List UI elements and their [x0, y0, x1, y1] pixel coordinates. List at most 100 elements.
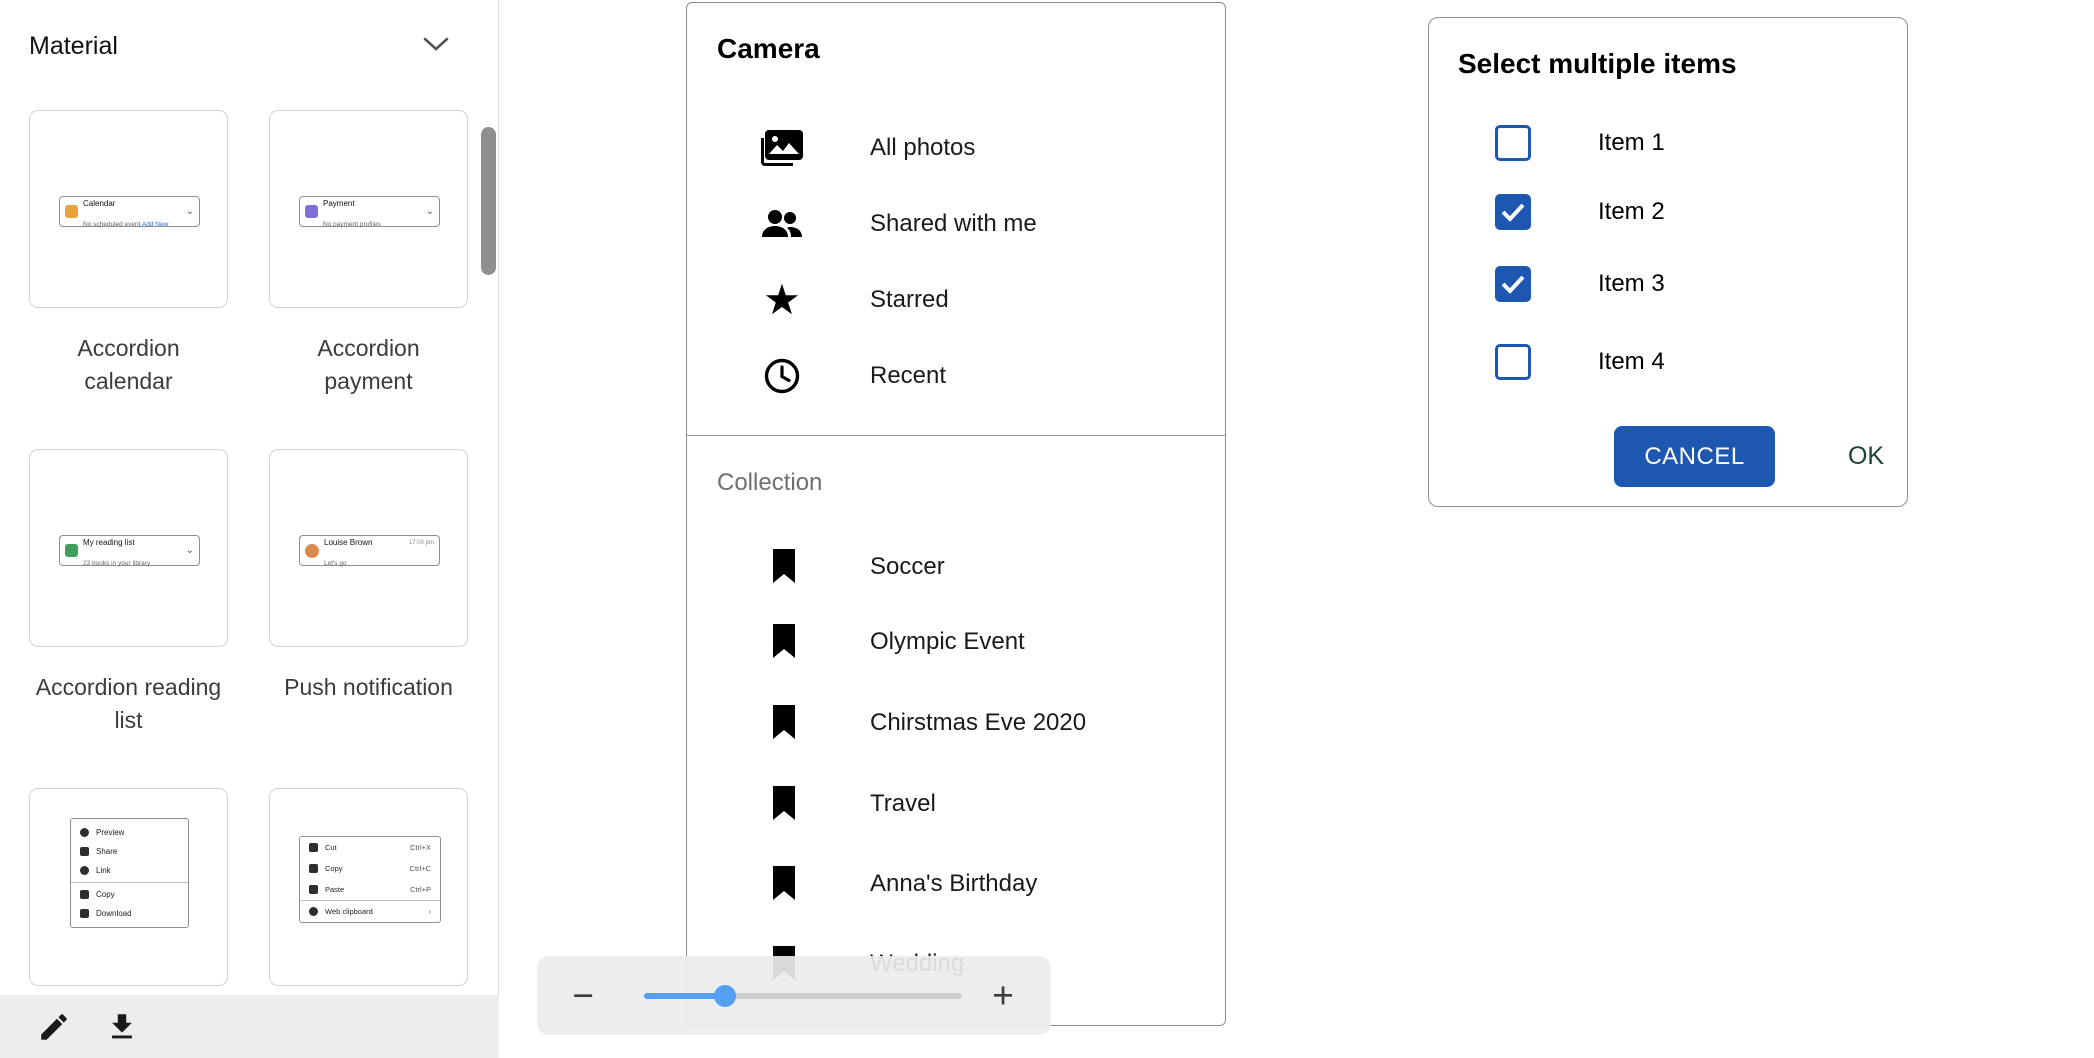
calendar-accordion-thumbnail: Calendar No scheduled event Add New ⌄ [59, 196, 200, 227]
link-icon [80, 866, 89, 875]
card-push-notification[interactable]: Louise Brown Let's go 17:00 pm [269, 449, 468, 647]
thumb-title: Payment [323, 199, 355, 208]
collection-item-label: Olympic Event [870, 618, 1025, 666]
scissors-icon [309, 843, 318, 852]
menu-item-starred[interactable]: ★ Starred [687, 272, 1225, 328]
collection-item-label: Chirstmas Eve 2020 [870, 699, 1086, 747]
collection-section-label: Collection [717, 469, 822, 497]
component-card-grid: Calendar No scheduled event Add New ⌄ Ac… [29, 110, 469, 1058]
option-label: Item 3 [1598, 270, 1665, 298]
option-row-item-3: Item 3 [1495, 262, 1665, 306]
card-accordion-payment[interactable]: Payment No payment profiles ⌄ [269, 110, 468, 308]
edit-button[interactable] [32, 1005, 76, 1049]
bookmark-icon [771, 866, 797, 907]
card-label: Push notification [269, 671, 468, 704]
zoom-out-button[interactable]: − [561, 956, 605, 1035]
menu-item-label: Shared with me [870, 196, 1037, 252]
reading-list-accordion-thumbnail: My reading list 23 books in your library… [59, 535, 200, 566]
cancel-button[interactable]: CANCEL [1614, 426, 1775, 487]
add-new-link: Add New [142, 221, 168, 228]
menu-item-all-photos[interactable]: All photos [687, 120, 1225, 176]
menu-item-label: All photos [870, 120, 975, 176]
share-icon [80, 847, 89, 856]
option-label: Item 4 [1598, 348, 1665, 376]
card-share-menu[interactable]: Preview Share Link Copy Download [29, 788, 228, 986]
card-accordion-reading-list[interactable]: My reading list 23 books in your library… [29, 449, 228, 647]
people-icon [758, 196, 806, 252]
thumb-title: Louise Brown [324, 538, 372, 547]
collection-item-label: Travel [870, 780, 936, 828]
collection-item-chirstmas-eve-2020[interactable]: Chirstmas Eve 2020 [687, 699, 1225, 747]
zoom-in-button[interactable]: + [981, 956, 1025, 1035]
option-label: Item 2 [1598, 198, 1665, 226]
option-row-item-2: Item 2 [1495, 190, 1665, 234]
checkbox-item-3[interactable] [1495, 266, 1531, 302]
collection-item-annas-birthday[interactable]: Anna's Birthday [687, 860, 1225, 908]
collection-item-label: Soccer [870, 543, 945, 591]
copy-icon [309, 864, 318, 873]
zoom-slider[interactable] [644, 993, 962, 999]
bookmark-icon [771, 786, 797, 827]
checkbox-item-2[interactable] [1495, 194, 1531, 230]
material-section-header[interactable]: Material [29, 32, 449, 61]
chevron-down-icon[interactable] [423, 37, 449, 57]
checkbox-item-1[interactable] [1495, 125, 1531, 161]
download-button[interactable] [100, 1005, 144, 1049]
card-label: Accordion calendar [29, 332, 228, 398]
notification-time: 17:00 pm [409, 540, 434, 546]
option-row-item-4: Item 4 [1495, 340, 1665, 384]
cloud-icon [309, 907, 318, 916]
payment-accordion-thumbnail: Payment No payment profiles ⌄ [299, 196, 440, 227]
menu-item-recent[interactable]: Recent [687, 348, 1225, 404]
sidebar-footer-toolbar [0, 995, 499, 1058]
sidebar-scrollbar-thumb[interactable] [481, 127, 496, 275]
paste-icon [309, 885, 318, 894]
card-cell: Payment No payment profiles ⌄ Accordion … [269, 110, 468, 449]
context-menu-thumbnail: CutCtrl+X CopyCtrl+C PasteCtrl+P Web cli… [299, 836, 441, 923]
option-row-item-1: Item 1 [1495, 121, 1665, 165]
zoom-control-bar: − + [537, 956, 1051, 1035]
collection-item-label: Anna's Birthday [870, 860, 1037, 908]
pencil-icon [37, 1010, 71, 1044]
thumb-title: My reading list [83, 538, 135, 547]
select-multiple-items-dialog: Select multiple items Item 1 Item 2 Item… [1428, 17, 1908, 507]
download-icon [80, 909, 89, 918]
card-cell: Calendar No scheduled event Add New ⌄ Ac… [29, 110, 228, 449]
share-menu-thumbnail: Preview Share Link Copy Download [70, 818, 189, 928]
download-icon [105, 1010, 139, 1044]
divider [71, 882, 188, 883]
ok-button[interactable]: OK [1811, 426, 1921, 487]
chevron-down-icon: ⌄ [426, 207, 434, 217]
payment-icon [305, 205, 318, 218]
menu-item-label: Recent [870, 348, 946, 404]
zoom-slider-handle[interactable] [714, 985, 736, 1007]
menu-item-label: Starred [870, 272, 949, 328]
clock-icon [758, 348, 806, 404]
camera-menu-panel: Camera All photos Shared with me ★ Starr… [686, 2, 1226, 1026]
panel-title: Camera [717, 33, 820, 65]
collection-item-olympic-event[interactable]: Olympic Event [687, 618, 1225, 666]
bookmark-icon [771, 705, 797, 746]
divider [687, 435, 1225, 436]
material-section-title: Material [29, 32, 118, 61]
collection-item-soccer[interactable]: Soccer [687, 543, 1225, 591]
card-label: Accordion payment [269, 332, 468, 398]
copy-icon [80, 890, 89, 899]
thumb-title: Calendar [83, 199, 115, 208]
checkbox-item-4[interactable] [1495, 344, 1531, 380]
component-library-sidebar: Material Calendar No scheduled event Add… [0, 0, 499, 1058]
chevron-down-icon: ⌄ [186, 207, 194, 217]
collection-item-travel[interactable]: Travel [687, 780, 1225, 828]
bookmark-icon [771, 549, 797, 590]
card-accordion-calendar[interactable]: Calendar No scheduled event Add New ⌄ [29, 110, 228, 308]
chevron-down-icon: ⌄ [186, 546, 194, 556]
option-label: Item 1 [1598, 129, 1665, 157]
book-icon [65, 544, 78, 557]
card-context-menu[interactable]: CutCtrl+X CopyCtrl+C PasteCtrl+P Web cli… [269, 788, 468, 986]
menu-item-shared-with-me[interactable]: Shared with me [687, 196, 1225, 252]
card-cell: My reading list 23 books in your library… [29, 449, 228, 788]
zoom-slider-fill [644, 993, 725, 999]
photos-icon [758, 120, 806, 176]
star-icon: ★ [758, 272, 806, 328]
eye-icon [80, 828, 89, 837]
